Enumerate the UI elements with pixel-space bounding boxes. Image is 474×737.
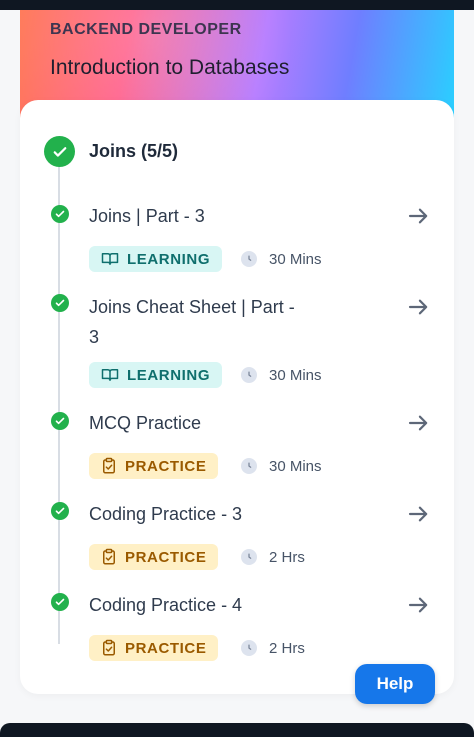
duration-label: 30 Mins <box>269 457 322 475</box>
arrow-right-icon[interactable] <box>406 595 432 615</box>
tag-label: LEARNING <box>127 366 211 384</box>
tag-label: LEARNING <box>127 250 211 268</box>
tag-label: PRACTICE <box>125 548 207 566</box>
bottom-bar <box>0 723 474 737</box>
arrow-right-icon[interactable] <box>406 504 432 524</box>
item-title[interactable]: Coding Practice - 4 <box>89 590 309 620</box>
module-card: Joins (5/5) Joins | Part - 3 LEARNING 30… <box>20 100 454 694</box>
duration: 30 Mins <box>241 453 322 479</box>
item-title[interactable]: Joins | Part - 3 <box>89 201 309 231</box>
item-title[interactable]: Coding Practice - 3 <box>89 499 309 529</box>
duration-label: 30 Mins <box>269 250 322 268</box>
help-button[interactable]: Help <box>355 664 435 704</box>
learning-tag: LEARNING <box>89 362 223 388</box>
practice-tag: PRACTICE <box>89 544 219 570</box>
item-title[interactable]: Joins Cheat Sheet | Part - 3 <box>89 292 299 352</box>
clock-icon <box>241 458 257 474</box>
check-circle-icon <box>51 294 69 312</box>
clipboard-check-icon <box>103 548 115 565</box>
check-icon <box>53 146 66 157</box>
check-circle-icon <box>44 136 75 167</box>
tag-label: PRACTICE <box>125 639 207 657</box>
check-icon <box>55 299 65 307</box>
practice-tag: PRACTICE <box>89 453 219 479</box>
book-icon <box>101 253 119 265</box>
practice-tag: PRACTICE <box>89 635 219 661</box>
course-title: Introduction to Databases <box>50 56 290 79</box>
check-circle-icon <box>51 205 69 223</box>
check-icon <box>55 210 65 218</box>
check-icon <box>55 598 65 606</box>
book-icon <box>101 369 119 381</box>
learning-tag: LEARNING <box>89 246 223 272</box>
top-status-bar <box>0 0 474 10</box>
duration: 2 Hrs <box>241 635 305 661</box>
track-label: BACKEND DEVELOPER <box>50 21 242 38</box>
arrow-right-icon[interactable] <box>406 413 432 433</box>
check-circle-icon <box>51 593 69 611</box>
clock-icon <box>241 640 257 656</box>
clipboard-check-icon <box>103 457 115 474</box>
clipboard-check-icon <box>103 639 115 656</box>
duration-label: 2 Hrs <box>269 548 305 566</box>
arrow-right-icon[interactable] <box>406 206 432 226</box>
arrow-right-icon[interactable] <box>406 297 432 317</box>
check-circle-icon <box>51 502 69 520</box>
check-circle-icon <box>51 412 69 430</box>
tag-label: PRACTICE <box>125 457 207 475</box>
clock-icon <box>241 549 257 565</box>
clock-icon <box>241 367 257 383</box>
check-icon <box>55 417 65 425</box>
timeline-line <box>58 162 60 644</box>
duration-label: 30 Mins <box>269 366 322 384</box>
clock-icon <box>241 251 257 267</box>
duration: 30 Mins <box>241 362 322 388</box>
duration: 30 Mins <box>241 246 322 272</box>
section-title: Joins (5/5) <box>89 141 179 161</box>
item-title[interactable]: MCQ Practice <box>89 408 309 438</box>
check-icon <box>55 507 65 515</box>
duration: 2 Hrs <box>241 544 305 570</box>
duration-label: 2 Hrs <box>269 639 305 657</box>
